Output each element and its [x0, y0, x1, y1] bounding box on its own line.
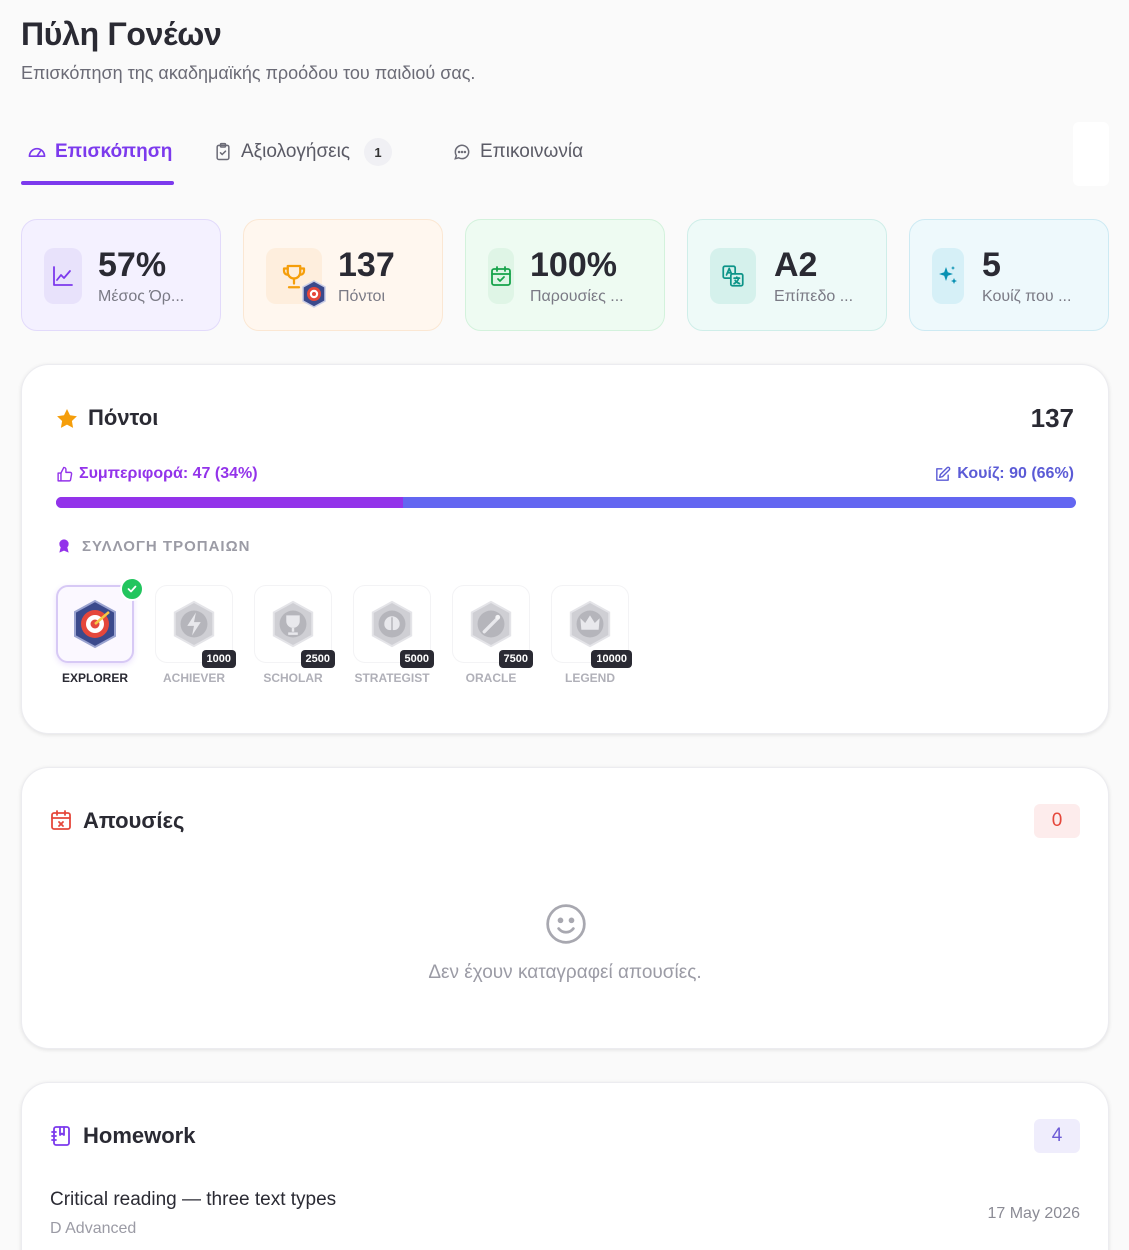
- trophy-explorer[interactable]: [56, 577, 144, 663]
- stat-card-points[interactable]: 137 Πόντοι: [243, 219, 443, 331]
- points-title: Πόντοι: [88, 405, 159, 430]
- tab-bar: Επισκόπηση Αξιολογήσεις 1 Επικοινωνία: [21, 120, 1109, 186]
- trophy-strategist[interactable]: 5000: [353, 585, 434, 668]
- absences-card: Απουσίες 0 Δεν έχουν καταγραφεί απουσίες…: [21, 767, 1109, 1049]
- quiz-points-label: Κουίζ: 90 (66%): [934, 465, 1074, 483]
- quiz-text: Κουίζ: 90 (66%): [957, 465, 1074, 482]
- stat-label: Μέσος Όρ...: [98, 288, 185, 305]
- trophy-name: ORACLE: [465, 671, 517, 685]
- homework-item-title[interactable]: Critical reading — three text types: [50, 1189, 336, 1211]
- trophy-scholar[interactable]: 2500: [254, 585, 335, 668]
- trophy-heading-text: ΣΥΛΛΟΓΗ ΤΡΟΠΑΙΩΝ: [82, 537, 251, 555]
- thumbs-up-icon: [57, 466, 73, 482]
- clipboard-icon: [216, 142, 230, 161]
- absences-title: Απουσίες: [83, 808, 185, 833]
- points-total: 137: [1030, 403, 1074, 433]
- calendar-x-icon: [51, 810, 71, 830]
- stat-label: Κουίζ που ...: [982, 288, 1072, 305]
- trophy-requirement: 5000: [399, 650, 434, 668]
- earned-check-icon: [120, 577, 144, 601]
- behavior-bar-fill: [56, 497, 403, 508]
- homework-item-date: 17 May 2026: [987, 1205, 1080, 1222]
- trophy-name: SCHOLAR: [263, 671, 323, 685]
- stat-value: 100%: [530, 246, 617, 284]
- stat-card-attendance[interactable]: 100% Παρουσίες ...: [465, 219, 665, 331]
- smiley-icon: [546, 904, 586, 944]
- tab-overflow: [1073, 122, 1109, 186]
- strategist-brain-icon: [371, 600, 413, 648]
- homework-item-class: D Advanced: [50, 1220, 137, 1237]
- trophy-requirement: 7500: [498, 650, 533, 668]
- trophy-name: STRATEGIST: [354, 671, 430, 685]
- active-tab-indicator: [21, 181, 174, 185]
- tab-communication[interactable]: Επικοινωνία: [452, 120, 583, 184]
- points-card: Πόντοι 137 Συμπεριφορά: 47 (34%) Κουίζ: …: [21, 364, 1109, 734]
- tab-badge: 1: [364, 138, 393, 166]
- stat-value: A2: [774, 246, 818, 284]
- tab-overview[interactable]: Επισκόπηση: [27, 120, 172, 184]
- trophy-requirement: 2500: [300, 650, 335, 668]
- behavior-points-label: Συμπεριφορά: 47 (34%): [56, 465, 258, 483]
- chat-bubble-icon: [454, 144, 470, 160]
- explorer-target-icon: [74, 599, 116, 649]
- trophy-name: ACHIEVER: [162, 671, 225, 685]
- award-icon: [59, 539, 69, 553]
- stat-card-average[interactable]: 57% Μέσος Όρ...: [21, 219, 221, 331]
- tab-label: Αξιολογήσεις: [241, 141, 351, 162]
- stat-value: 137: [338, 246, 395, 284]
- explorer-badge-icon: [302, 280, 326, 308]
- tab-label: Επικοινωνία: [480, 141, 584, 162]
- stat-card-quizzes[interactable]: 5 Κουίζ που ...: [909, 219, 1109, 331]
- homework-card: Homework 4 Critical reading — three text…: [21, 1082, 1109, 1250]
- stat-label: Επίπεδο ...: [774, 288, 854, 305]
- stat-value: 5: [982, 246, 1001, 284]
- stat-label: Παρουσίες ...: [530, 288, 624, 305]
- behavior-text: Συμπεριφορά: 47 (34%): [79, 465, 258, 482]
- calendar-check-icon: [488, 248, 514, 304]
- translate-icon: [710, 248, 756, 304]
- legend-crown-icon: [569, 600, 611, 648]
- line-chart-icon: [44, 248, 82, 304]
- trophy-name: EXPLORER: [61, 671, 128, 685]
- scholar-cup-icon: [272, 600, 314, 648]
- oracle-wand-icon: [470, 600, 512, 648]
- tab-label: Επισκόπηση: [55, 141, 173, 162]
- edit-icon: [936, 466, 951, 481]
- trophy-name: LEGEND: [564, 671, 615, 685]
- star-icon: [57, 409, 77, 428]
- stat-label: Πόντοι: [338, 288, 385, 305]
- trophy-requirement: 1000: [201, 650, 236, 668]
- stat-card-level[interactable]: A2 Επίπεδο ...: [687, 219, 887, 331]
- trophy-legend[interactable]: 10000: [551, 585, 632, 668]
- stat-value: 57%: [98, 246, 167, 284]
- points-split-bar: [56, 497, 1076, 508]
- gauge-icon: [28, 147, 46, 157]
- absences-empty-message: Δεν έχουν καταγραφεί απουσίες.: [428, 962, 702, 983]
- trophy-collection-heading: ΣΥΛΛΟΓΗ ΤΡΟΠΑΙΩΝ: [56, 537, 250, 555]
- homework-title: Homework: [83, 1123, 196, 1148]
- trophy-achiever[interactable]: 1000: [155, 585, 236, 668]
- notebook-icon: [51, 1126, 70, 1146]
- trophy-oracle[interactable]: 7500: [452, 585, 533, 668]
- absences-count-badge: 0: [1034, 804, 1080, 838]
- tab-assessments[interactable]: Αξιολογήσεις 1: [213, 120, 393, 184]
- trophy-requirement: 10000: [591, 650, 632, 668]
- sparkles-icon: [932, 248, 964, 304]
- page-title: Πύλη Γονέων: [21, 16, 222, 52]
- page-subtitle: Επισκόπηση της ακαδημαϊκής προόδου του π…: [21, 63, 476, 83]
- achiever-lightning-icon: [173, 600, 215, 648]
- homework-count-badge: 4: [1034, 1119, 1080, 1153]
